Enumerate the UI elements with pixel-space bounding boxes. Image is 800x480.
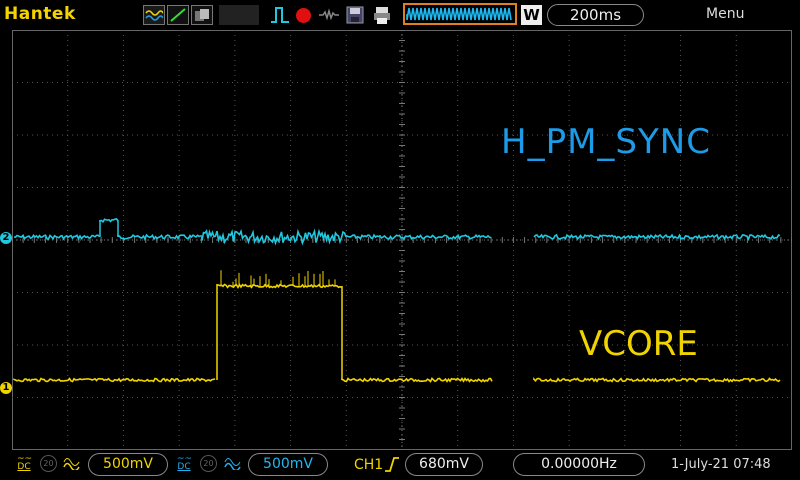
trigger-level[interactable]: 680mV [405,453,483,476]
edge-rising-icon[interactable] [384,456,400,473]
run-stop-dot-icon[interactable] [296,8,311,23]
ch1-low-segment [13,377,216,383]
ch1-scale[interactable]: 500mV [88,453,168,476]
waveform-display[interactable]: H_PM_SYNC VCORE [12,30,792,450]
ch2-coupling[interactable]: ~~ DC [177,455,192,472]
ch1-coupling[interactable]: ~~ DC [17,455,32,472]
brand-logo: Hantek [4,4,76,24]
ch2-trace-segment [117,233,203,241]
ch1-invert-icon[interactable] [63,458,80,470]
display-mode-group [143,5,259,25]
memory-waveform-icon [406,7,512,21]
waveform-mode-button[interactable] [143,5,165,25]
ch2-trace-segment [533,233,781,241]
ch2-bandwidth-limit[interactable]: 20 [200,455,217,472]
menu-button[interactable]: Menu [706,6,744,22]
top-bar: Hantek W 200ms Menu [0,0,800,30]
ch1-level-marker[interactable]: 1 [0,382,12,394]
ch1-low-segment [341,377,493,383]
print-icon[interactable] [372,5,392,25]
line-icon [170,8,186,22]
ch2-trace-label: H_PM_SYNC [501,122,711,162]
line-mode-button[interactable] [167,5,189,25]
trigger-pulse-icon[interactable] [270,5,290,25]
waveform-icon [145,10,163,21]
ch1-bandwidth-limit[interactable]: 20 [40,455,57,472]
persist-mode-button[interactable] [191,5,213,25]
mode-spacer [219,5,259,25]
timebase-readout[interactable]: 200ms [547,4,644,26]
ch2-invert-icon[interactable] [224,458,241,470]
graticule [12,30,792,450]
ch2-level-marker[interactable]: 2 [0,232,12,244]
save-icon[interactable] [345,5,365,25]
ch2-pulse-segment [99,218,119,223]
persist-icon [195,9,209,21]
ch2-scale[interactable]: 500mV [248,453,328,476]
memory-depth-badge[interactable]: W [521,5,542,25]
trigger-source[interactable]: CH1 [354,457,383,473]
stop-icon[interactable] [318,6,340,24]
frequency-counter: 0.00000Hz [513,453,645,476]
ch1-trace-label: VCORE [579,324,698,364]
memory-waveform-box[interactable] [403,3,517,25]
ch1-low-segment [533,377,781,383]
date-time: 1-July-21 07:48 [671,457,771,472]
